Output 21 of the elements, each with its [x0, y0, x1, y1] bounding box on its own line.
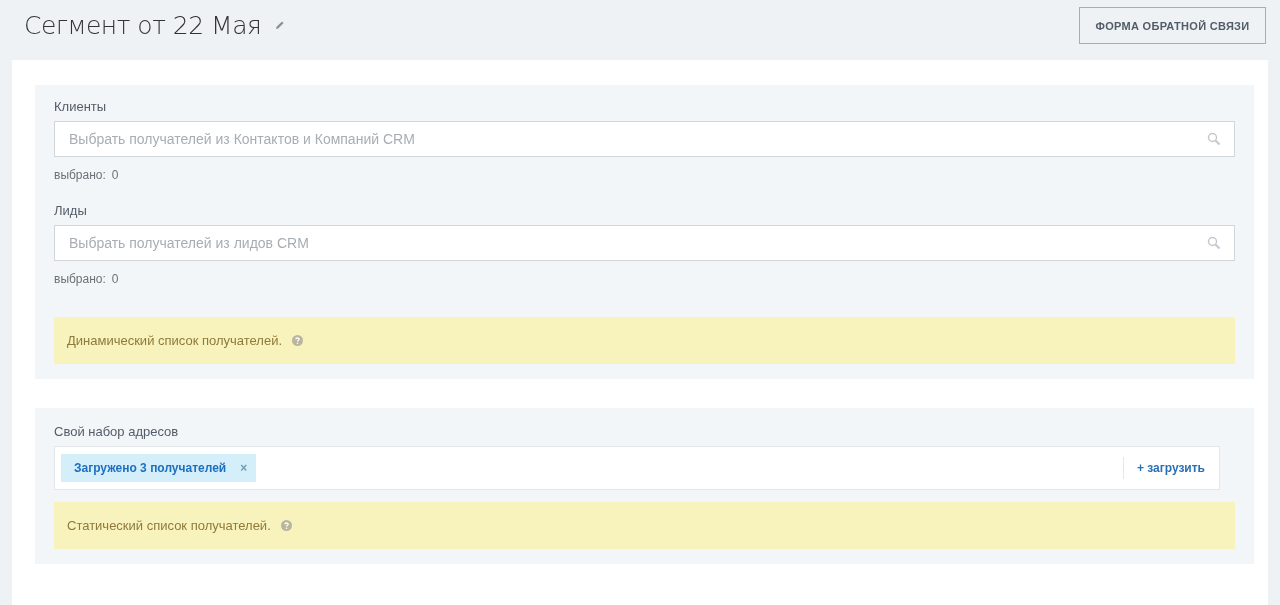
help-icon[interactable] — [280, 520, 292, 531]
address-field[interactable]: Загружено 3 получателей × + загрузить — [54, 446, 1220, 490]
field-label: Свой набор адресов — [54, 424, 180, 439]
selected-count: 0 — [111, 272, 119, 286]
search-field[interactable]: Выбрать получателей из Контактов и Компаний CRM — [54, 121, 1235, 157]
tag-text: Загружено 3 получателей — [74, 461, 227, 475]
feedback-button[interactable]: ФОРМА ОБРАТНОЙ СВЯЗИ — [1079, 7, 1266, 44]
help-icon[interactable] — [292, 335, 304, 346]
notice-text: Статический список получателей. — [67, 518, 271, 533]
upload-link[interactable]: + загрузить — [1136, 461, 1205, 475]
pencil-icon[interactable] — [275, 20, 286, 30]
search-icon — [1207, 236, 1221, 250]
selected-count: 0 — [111, 168, 119, 182]
field-label: Клиенты — [54, 99, 108, 114]
search-icon — [1207, 132, 1221, 146]
field-label: Лиды — [54, 203, 88, 218]
selected-label: выбрано: — [54, 272, 106, 286]
page-title: Сегмент от 22 Мая — [24, 10, 262, 40]
search-field[interactable]: Выбрать получателей из лидов CRM — [54, 225, 1235, 261]
notice-text: Динамический список получателей. — [67, 333, 283, 348]
selected-label: выбрано: — [54, 168, 106, 182]
